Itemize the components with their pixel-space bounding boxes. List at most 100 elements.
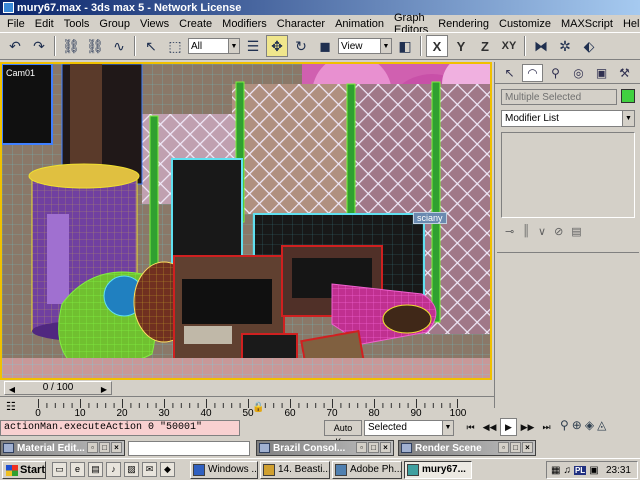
- maximize-icon[interactable]: □: [99, 442, 110, 453]
- go-to-end-icon[interactable]: ⏭: [538, 418, 555, 436]
- select-and-rotate-icon[interactable]: ↻: [290, 35, 312, 57]
- brazil-console-minimized[interactable]: Brazil Consol... ▫ □ ×: [256, 440, 394, 456]
- selection-filter-dropdown[interactable]: All ▼: [188, 38, 240, 54]
- menu-maxscript[interactable]: MAXScript: [556, 18, 618, 30]
- lock-selection-icon[interactable]: 🔒: [252, 402, 264, 413]
- tray-app-icon[interactable]: ▦: [551, 465, 560, 476]
- restrict-xy-button[interactable]: XY: [498, 35, 520, 57]
- previous-frame-icon[interactable]: ◀◀: [481, 418, 498, 436]
- utilities-tab-icon[interactable]: ⚒: [614, 64, 635, 82]
- taskbar-button-3dsmax[interactable]: mury67...: [404, 461, 472, 479]
- orbit-icon[interactable]: ◈: [585, 418, 594, 432]
- prompt-field[interactable]: [128, 441, 250, 456]
- menu-file[interactable]: File: [2, 18, 30, 30]
- mini-curve-editor-icon[interactable]: ☷: [6, 400, 24, 414]
- select-object-icon[interactable]: ↖: [140, 35, 162, 57]
- reference-coordinate-dropdown[interactable]: View ▼: [338, 38, 392, 54]
- close-icon[interactable]: ×: [522, 442, 533, 453]
- show-end-result-icon[interactable]: ║: [522, 225, 530, 237]
- select-and-scale-icon[interactable]: ◼: [314, 35, 336, 57]
- time-slider[interactable]: ◀ 0 / 100 ▶: [0, 380, 494, 396]
- go-to-start-icon[interactable]: ⏮: [462, 418, 479, 436]
- remove-modifier-icon[interactable]: ⊘: [554, 225, 563, 238]
- maximize-icon[interactable]: □: [368, 442, 379, 453]
- create-tab-icon[interactable]: ↖: [499, 64, 520, 82]
- taskbar-button-windows[interactable]: Windows ...: [190, 461, 258, 479]
- make-unique-icon[interactable]: ∨: [538, 225, 546, 238]
- modifier-stack[interactable]: [501, 132, 635, 218]
- track-bar[interactable]: ☷ 0 10 20 30 40 50 60 70 80 90 100: [0, 396, 494, 419]
- camera-viewport[interactable]: Cam01 sciany: [0, 62, 492, 380]
- restore-icon[interactable]: ▫: [87, 442, 98, 453]
- mirror-icon[interactable]: ⧓: [530, 35, 552, 57]
- zoom-all-icon[interactable]: ⊕: [572, 418, 582, 432]
- modify-tab-icon[interactable]: ◠: [522, 63, 543, 82]
- next-frame-icon[interactable]: ▶▶: [519, 418, 536, 436]
- restore-icon[interactable]: ▫: [498, 442, 509, 453]
- restore-icon[interactable]: ▫: [356, 442, 367, 453]
- bind-space-warp-icon[interactable]: ∿: [108, 35, 130, 57]
- arrow-left-icon[interactable]: ◀: [7, 384, 17, 396]
- object-name-field[interactable]: Multiple Selected: [501, 89, 617, 105]
- menu-help[interactable]: Help: [618, 18, 640, 30]
- menu-group[interactable]: Group: [94, 18, 135, 30]
- volume-icon[interactable]: ♫: [563, 465, 571, 476]
- unlink-icon[interactable]: ⛓: [84, 35, 106, 57]
- network-icon[interactable]: ▣: [589, 465, 598, 476]
- maxscript-listener-field[interactable]: actionMan.executeAction 0 "50001": [0, 420, 240, 436]
- menu-views[interactable]: Views: [135, 18, 174, 30]
- auto-key-button[interactable]: Auto Key: [324, 420, 362, 447]
- maximize-icon[interactable]: □: [510, 442, 521, 453]
- menu-edit[interactable]: Edit: [30, 18, 59, 30]
- modifier-list-dropdown[interactable]: Modifier List ▼: [501, 110, 635, 127]
- folder-icon[interactable]: ▨: [124, 462, 139, 477]
- field-of-view-icon[interactable]: ◬: [597, 418, 606, 432]
- menu-tools[interactable]: Tools: [59, 18, 95, 30]
- display-tab-icon[interactable]: ▣: [591, 64, 612, 82]
- array-icon[interactable]: ✲: [554, 35, 576, 57]
- object-color-swatch[interactable]: [621, 89, 635, 103]
- taskbar-button-photoshop[interactable]: Adobe Ph...: [332, 461, 402, 479]
- app-shortcut-icon[interactable]: ◆: [160, 462, 175, 477]
- mail-icon[interactable]: ✉: [142, 462, 157, 477]
- show-desktop-icon[interactable]: ▭: [52, 462, 67, 477]
- explorer-icon[interactable]: ▤: [88, 462, 103, 477]
- render-scene-minimized[interactable]: Render Scene ▫ □ ×: [398, 440, 536, 456]
- key-filter-dropdown[interactable]: Selected ▼: [364, 420, 454, 436]
- browser-icon[interactable]: e: [70, 462, 85, 477]
- rectangular-selection-icon[interactable]: ⬚: [164, 35, 186, 57]
- undo-icon[interactable]: ↶: [4, 35, 26, 57]
- menu-modifiers[interactable]: Modifiers: [217, 18, 272, 30]
- zoom-icon[interactable]: ⚲: [560, 418, 569, 432]
- select-by-name-icon[interactable]: ☰: [242, 35, 264, 57]
- track-ruler[interactable]: 0 10 20 30 40 50 60 70 80 90 100: [35, 399, 466, 419]
- restrict-y-button[interactable]: Y: [450, 35, 472, 57]
- hierarchy-tab-icon[interactable]: ⚲: [545, 64, 566, 82]
- select-and-move-icon[interactable]: ✥: [266, 35, 288, 57]
- material-editor-minimized[interactable]: Material Edit... ▫ □ ×: [0, 440, 125, 456]
- menu-rendering[interactable]: Rendering: [433, 18, 494, 30]
- language-indicator[interactable]: PL: [573, 465, 587, 475]
- menu-create[interactable]: Create: [174, 18, 217, 30]
- menu-animation[interactable]: Animation: [330, 18, 389, 30]
- pivot-center-icon[interactable]: ◧: [394, 35, 416, 57]
- redo-icon[interactable]: ↷: [28, 35, 50, 57]
- time-slider-thumb[interactable]: ◀ 0 / 100 ▶: [4, 381, 112, 395]
- taskbar-button-beastie[interactable]: 14. Beasti...: [260, 461, 330, 479]
- pin-stack-icon[interactable]: ⊸: [505, 225, 514, 238]
- play-icon[interactable]: ▶: [500, 418, 517, 436]
- viewport-label[interactable]: Cam01: [6, 68, 35, 78]
- close-icon[interactable]: ×: [111, 442, 122, 453]
- select-and-link-icon[interactable]: ⛓: [60, 35, 82, 57]
- start-button[interactable]: Start: [2, 461, 46, 479]
- motion-tab-icon[interactable]: ◎: [568, 64, 589, 82]
- menu-character[interactable]: Character: [272, 18, 330, 30]
- arrow-right-icon[interactable]: ▶: [99, 384, 109, 396]
- align-icon[interactable]: ⬖: [578, 35, 600, 57]
- menu-customize[interactable]: Customize: [494, 18, 556, 30]
- close-icon[interactable]: ×: [380, 442, 391, 453]
- configure-modifier-sets-icon[interactable]: ▤: [571, 225, 581, 238]
- restrict-z-button[interactable]: Z: [474, 35, 496, 57]
- winamp-icon[interactable]: ♪: [106, 462, 121, 477]
- restrict-x-button[interactable]: X: [426, 35, 448, 57]
